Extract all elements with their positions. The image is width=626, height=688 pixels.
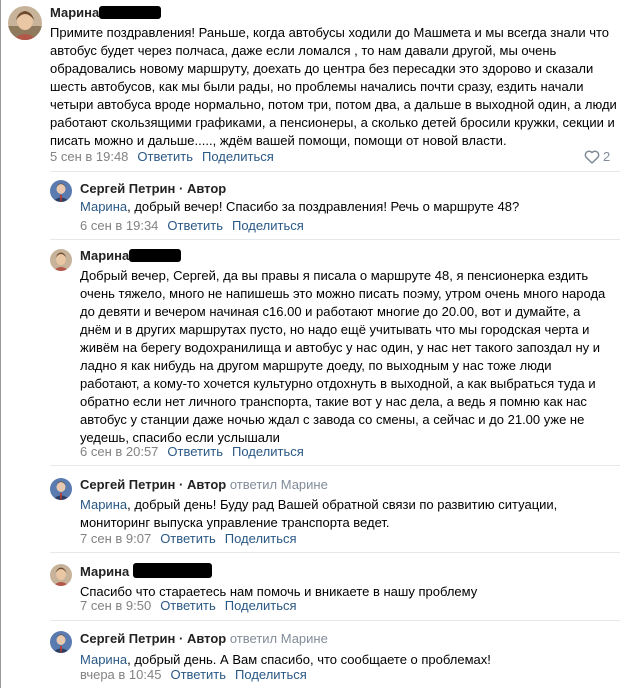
avatar[interactable] [50, 564, 72, 586]
comment-date[interactable]: 5 сен в 19:48 [50, 149, 128, 164]
comment-date[interactable]: вчера в 10:45 [80, 667, 161, 682]
like-button[interactable]: 2 [584, 150, 610, 164]
comment-date[interactable]: 7 сен в 9:07 [80, 531, 151, 546]
comment-body: Марина Примите поздравления! Раньше, ког… [50, 5, 620, 150]
comment-reply: Марина Добрый вечер, Сергей, да вы правы… [0, 240, 626, 462]
avatar[interactable] [50, 249, 72, 271]
comment: Марина Примите поздравления! Раньше, ког… [0, 0, 626, 170]
comment-date[interactable]: 6 сен в 19:34 [80, 218, 158, 233]
author-badge: · Автор [179, 477, 227, 492]
replied-to-link[interactable]: ответил Марине [230, 631, 328, 646]
comment-header: Сергей Петрин · Автор [80, 181, 620, 197]
share-button[interactable]: Поделиться [235, 667, 307, 682]
comment-body: Марина Добрый вечер, Сергей, да вы правы… [80, 248, 612, 447]
reply-button[interactable]: Ответить [167, 444, 223, 459]
comment-reply: Сергей Петрин · Автор Марина, добрый веч… [0, 172, 626, 238]
comment-text: Примите поздравления! Раньше, когда авто… [50, 25, 617, 148]
mention-link[interactable]: Марина [80, 652, 127, 667]
author-name[interactable]: Марина [80, 564, 129, 579]
comment-text-body: , добрый вечер! Спасибо за поздравления!… [127, 199, 520, 214]
comment-text: Добрый вечер, Сергей, да вы правы я писа… [80, 268, 606, 445]
comment-meta: 6 сен в 20:57 Ответить Поделиться [80, 445, 304, 459]
comment-text-body: , добрый день! Буду рад Вашей обратной с… [80, 497, 558, 530]
avatar[interactable] [50, 478, 72, 500]
comment-meta: 6 сен в 19:34 Ответить Поделиться [80, 219, 304, 233]
reply-button[interactable]: Ответить [160, 598, 216, 613]
comment-text-body: , добрый день. А Вам спасибо, что сообща… [127, 652, 491, 667]
comment-text: Марина, добрый день! Буду рад Вашей обра… [80, 496, 606, 532]
comment-header: Сергей Петрин · Автор ответил Марине [80, 631, 612, 647]
mention-link[interactable]: Марина [80, 497, 127, 512]
comment-body: Марина Спасибо что стараетесь нам помочь… [80, 563, 612, 601]
comment-meta: 5 сен в 19:48 Ответить Поделиться [50, 150, 274, 164]
comment-reply: Марина Спасибо что стараетесь нам помочь… [0, 553, 626, 617]
avatar[interactable] [8, 6, 42, 40]
author-name[interactable]: Марина [80, 248, 129, 263]
mention-link[interactable]: Марина [80, 199, 127, 214]
avatar[interactable] [50, 631, 72, 653]
comment-date[interactable]: 6 сен в 20:57 [80, 444, 158, 459]
heart-icon [584, 150, 600, 164]
author-name[interactable]: Сергей Петрин [80, 181, 175, 196]
share-button[interactable]: Поделиться [225, 598, 297, 613]
comment-header: Марина [80, 248, 612, 264]
author-badge: · Автор [179, 181, 227, 196]
author-badge: · Автор [179, 631, 227, 646]
comment-body: Сергей Петрин · Автор ответил Марине Мар… [80, 477, 606, 532]
comment-body: Сергей Петрин · Автор Марина, добрый веч… [80, 181, 620, 216]
author-name[interactable]: Сергей Петрин [80, 477, 175, 492]
redacted-surname [129, 249, 182, 262]
reply-button[interactable]: Ответить [137, 149, 193, 164]
comment-header: Марина [80, 563, 612, 579]
share-button[interactable]: Поделиться [232, 218, 304, 233]
like-count: 2 [603, 149, 611, 164]
redacted-surname [132, 563, 212, 578]
comment-meta: 7 сен в 9:07 Ответить Поделиться [80, 532, 297, 546]
reply-button[interactable]: Ответить [167, 218, 223, 233]
replied-to-link[interactable]: ответил Марине [230, 477, 328, 492]
reply-button[interactable]: Ответить [170, 667, 226, 682]
share-button[interactable]: Поделиться [225, 531, 297, 546]
reply-button[interactable]: Ответить [160, 531, 216, 546]
share-button[interactable]: Поделиться [202, 149, 274, 164]
comment-meta: 7 сен в 9:50 Ответить Поделиться [80, 599, 297, 613]
comment-text: Марина, добрый вечер! Спасибо за поздрав… [80, 198, 620, 216]
comment-reply: Сергей Петрин · Автор ответил Марине Мар… [0, 466, 626, 550]
comment-reply: Сергей Петрин · Автор ответил Марине Мар… [0, 621, 626, 688]
comment-date[interactable]: 7 сен в 9:50 [80, 598, 151, 613]
author-name[interactable]: Марина [50, 5, 99, 20]
author-name[interactable]: Сергей Петрин [80, 631, 175, 646]
share-button[interactable]: Поделиться [232, 444, 304, 459]
comment-header: Марина [50, 5, 620, 21]
comment-header: Сергей Петрин · Автор ответил Марине [80, 477, 606, 493]
comment-meta: вчера в 10:45 Ответить Поделиться [80, 668, 307, 682]
comment-body: Сергей Петрин · Автор ответил Марине Мар… [80, 631, 612, 669]
redacted-surname [99, 6, 162, 19]
avatar[interactable] [50, 180, 72, 202]
